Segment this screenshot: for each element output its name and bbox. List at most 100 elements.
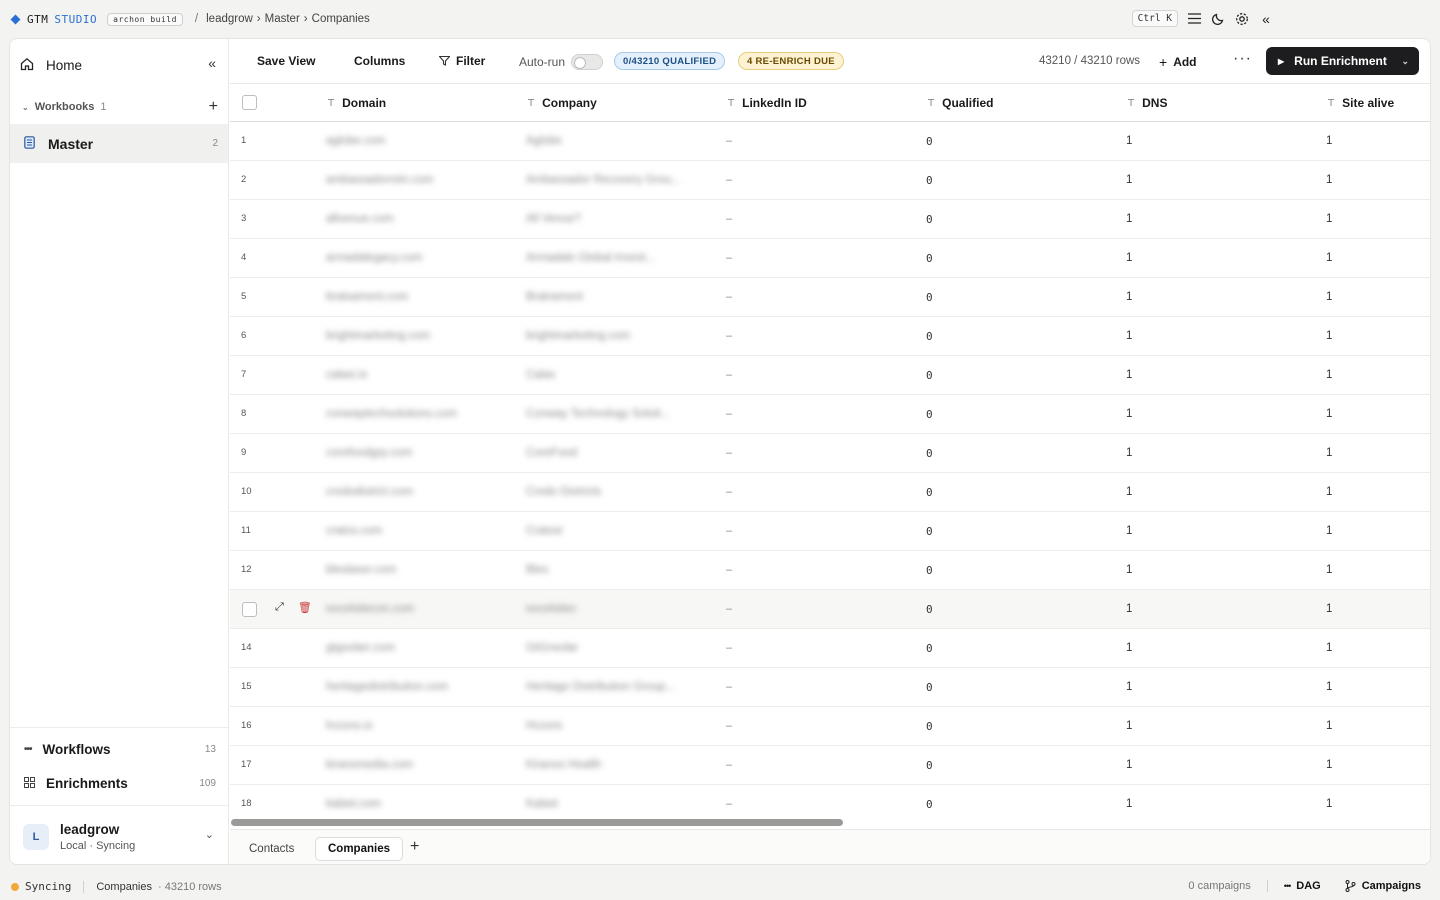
table-row[interactable]: 2 ambassadorrein.com Ambassador Recovery G… (230, 161, 1430, 200)
table-row[interactable]: 5 bratsamont.com Bratramont – 0 1 1 (230, 278, 1430, 317)
cell-site-alive[interactable]: 1 (1326, 681, 1332, 693)
cell-company[interactable]: brightmarketing.com (526, 330, 630, 342)
table-row[interactable]: 4 armadalegacy.com Armadale Global Invest.… (230, 239, 1430, 278)
cell-dns[interactable]: 1 (1126, 681, 1132, 693)
cell-dns[interactable]: 1 (1126, 759, 1132, 771)
campaigns-button[interactable]: Campaigns (1345, 880, 1421, 892)
cell-linkedin-id[interactable]: – (726, 291, 732, 303)
cell-company[interactable]: excelsitec (526, 603, 577, 615)
add-workbook-button[interactable]: + (209, 98, 218, 116)
cell-dns[interactable]: 1 (1126, 564, 1132, 576)
cell-domain[interactable]: corefoodgrp.com (326, 447, 412, 459)
columns-button[interactable]: Columns (354, 54, 405, 68)
cell-company[interactable]: Cratosi (526, 525, 562, 537)
sidebar-item-workflows[interactable]: ••• Workflows 13 (24, 742, 216, 757)
cell-company[interactable]: Ambassador Recovery Grou... (526, 174, 681, 186)
cell-qualified[interactable]: 0 (926, 525, 933, 538)
cell-linkedin-id[interactable]: – (726, 720, 732, 732)
breadcrumb-org[interactable]: leadgrow (206, 13, 253, 25)
table-row[interactable]: 1 aglobe.com Aglobe – 0 1 1 (230, 122, 1430, 161)
cell-dns[interactable]: 1 (1126, 798, 1132, 810)
cell-linkedin-id[interactable]: – (726, 213, 732, 225)
cell-qualified[interactable]: 0 (926, 681, 933, 694)
table-row[interactable]: ⤢ 🗑 excelsitecon.com excelsitec –0 1 1 (230, 590, 1430, 629)
cell-qualified[interactable]: 0 (926, 486, 933, 499)
cell-domain[interactable]: bratsamont.com (326, 291, 408, 303)
cell-domain[interactable]: excelsitecon.com (326, 603, 414, 615)
cell-linkedin-id[interactable]: – (726, 564, 732, 576)
cell-qualified[interactable]: 0 (926, 369, 933, 382)
cell-qualified[interactable]: 0 (926, 330, 933, 343)
cell-qualified[interactable]: 0 (926, 720, 933, 733)
cell-linkedin-id[interactable]: – (726, 603, 732, 615)
cell-site-alive[interactable]: 1 (1326, 525, 1332, 537)
cell-company[interactable]: Armadale Global Invest... (526, 252, 655, 264)
cell-site-alive[interactable]: 1 (1326, 603, 1332, 615)
chevron-down-icon[interactable]: ⌄ (1401, 56, 1409, 67)
cell-dns[interactable]: 1 (1126, 447, 1132, 459)
cell-linkedin-id[interactable]: – (726, 174, 732, 186)
cell-qualified[interactable]: 0 (926, 447, 933, 460)
cell-site-alive[interactable]: 1 (1326, 447, 1332, 459)
table-row[interactable]: 16 hrzons.io Hrzons – 0 1 1 (230, 707, 1430, 746)
cell-company[interactable]: Heritage Distribution Group... (526, 681, 675, 693)
cell-linkedin-id[interactable]: – (726, 135, 732, 147)
cell-linkedin-id[interactable]: – (726, 798, 732, 810)
add-button[interactable]: + Add (1159, 54, 1197, 70)
cell-linkedin-id[interactable]: – (726, 408, 732, 420)
column-header-linkedin-id[interactable]: T LinkedIn ID (728, 96, 807, 110)
run-enrichment-button[interactable]: ▶ Run Enrichment ⌄ (1266, 47, 1419, 75)
brand[interactable]: GTM STUDIO archon build (10, 12, 183, 26)
more-options-icon[interactable]: ··· (1233, 50, 1252, 68)
collapse-double-chevron-icon[interactable]: « (1258, 11, 1274, 27)
cell-company[interactable]: Bratramont (526, 291, 583, 303)
cell-site-alive[interactable]: 1 (1326, 369, 1332, 381)
cell-site-alive[interactable]: 1 (1326, 486, 1332, 498)
cell-dns[interactable]: 1 (1126, 720, 1132, 732)
cell-domain[interactable]: conwaytechsolutions.com (326, 408, 457, 420)
cell-company[interactable]: Kalast (526, 798, 558, 810)
cell-qualified[interactable]: 0 (926, 603, 933, 616)
column-header-site-alive[interactable]: T Site alive (1328, 96, 1394, 110)
cell-dns[interactable]: 1 (1126, 291, 1132, 303)
sidebar-item-home[interactable]: Home « (20, 55, 220, 75)
filter-button[interactable]: Filter (439, 54, 485, 68)
cell-dns[interactable]: 1 (1126, 174, 1132, 186)
cell-site-alive[interactable]: 1 (1326, 252, 1332, 264)
cell-domain[interactable]: cratos.com (326, 525, 382, 537)
cell-dns[interactable]: 1 (1126, 408, 1132, 420)
autorun-toggle[interactable] (571, 54, 604, 70)
cell-dns[interactable]: 1 (1126, 369, 1132, 381)
cell-linkedin-id[interactable]: – (726, 330, 732, 342)
cell-company[interactable]: All Venue? (526, 213, 581, 225)
cell-company[interactable]: GtGnsolar (526, 642, 578, 654)
table-row[interactable]: 12 bleslaser.com Bles – 0 1 1 (230, 551, 1430, 590)
collapse-sidebar-icon[interactable]: « (208, 55, 216, 71)
cell-qualified[interactable]: 0 (926, 213, 933, 226)
cell-qualified[interactable]: 0 (926, 135, 933, 148)
table-row[interactable]: 18 kalast.com Kalast – 0 1 1 (230, 785, 1430, 823)
cell-company[interactable]: Bles (526, 564, 548, 576)
cell-domain[interactable]: heritagedistribution.com (326, 681, 448, 693)
column-header-domain[interactable]: T Domain (328, 96, 386, 110)
expand-row-icon[interactable]: ⤢ (275, 601, 284, 614)
table-row[interactable]: 10 credodistrict.com Credo Districts – 0 1 1 (230, 473, 1430, 512)
table-row[interactable]: 9 corefoodgrp.com CoreFood – 0 1 1 (230, 434, 1430, 473)
column-header-dns[interactable]: T DNS (1128, 96, 1167, 110)
cell-linkedin-id[interactable]: – (726, 525, 732, 537)
workbooks-section-header[interactable]: ⌄ Workbooks 1 + (22, 98, 220, 116)
tab-companies[interactable]: Companies (315, 837, 403, 861)
cell-dns[interactable]: 1 (1126, 603, 1132, 615)
user-account-switcher[interactable]: L leadgrow Local · Syncing ⌄ (10, 805, 228, 864)
cell-company[interactable]: Calax (526, 369, 555, 381)
cell-domain[interactable]: armadalegacy.com (326, 252, 422, 264)
qualified-badge[interactable]: 0/43210 QUALIFIED (614, 52, 726, 70)
cell-domain[interactable]: hrzons.io (326, 720, 373, 732)
cell-site-alive[interactable]: 1 (1326, 408, 1332, 420)
cell-site-alive[interactable]: 1 (1326, 291, 1332, 303)
cell-company[interactable]: Credo Districts (526, 486, 601, 498)
tab-contacts[interactable]: Contacts (237, 837, 306, 861)
cell-domain[interactable]: brightmarketing.com (326, 330, 430, 342)
cell-site-alive[interactable]: 1 (1326, 642, 1332, 654)
cell-company[interactable]: Kiranos Health (526, 759, 601, 771)
